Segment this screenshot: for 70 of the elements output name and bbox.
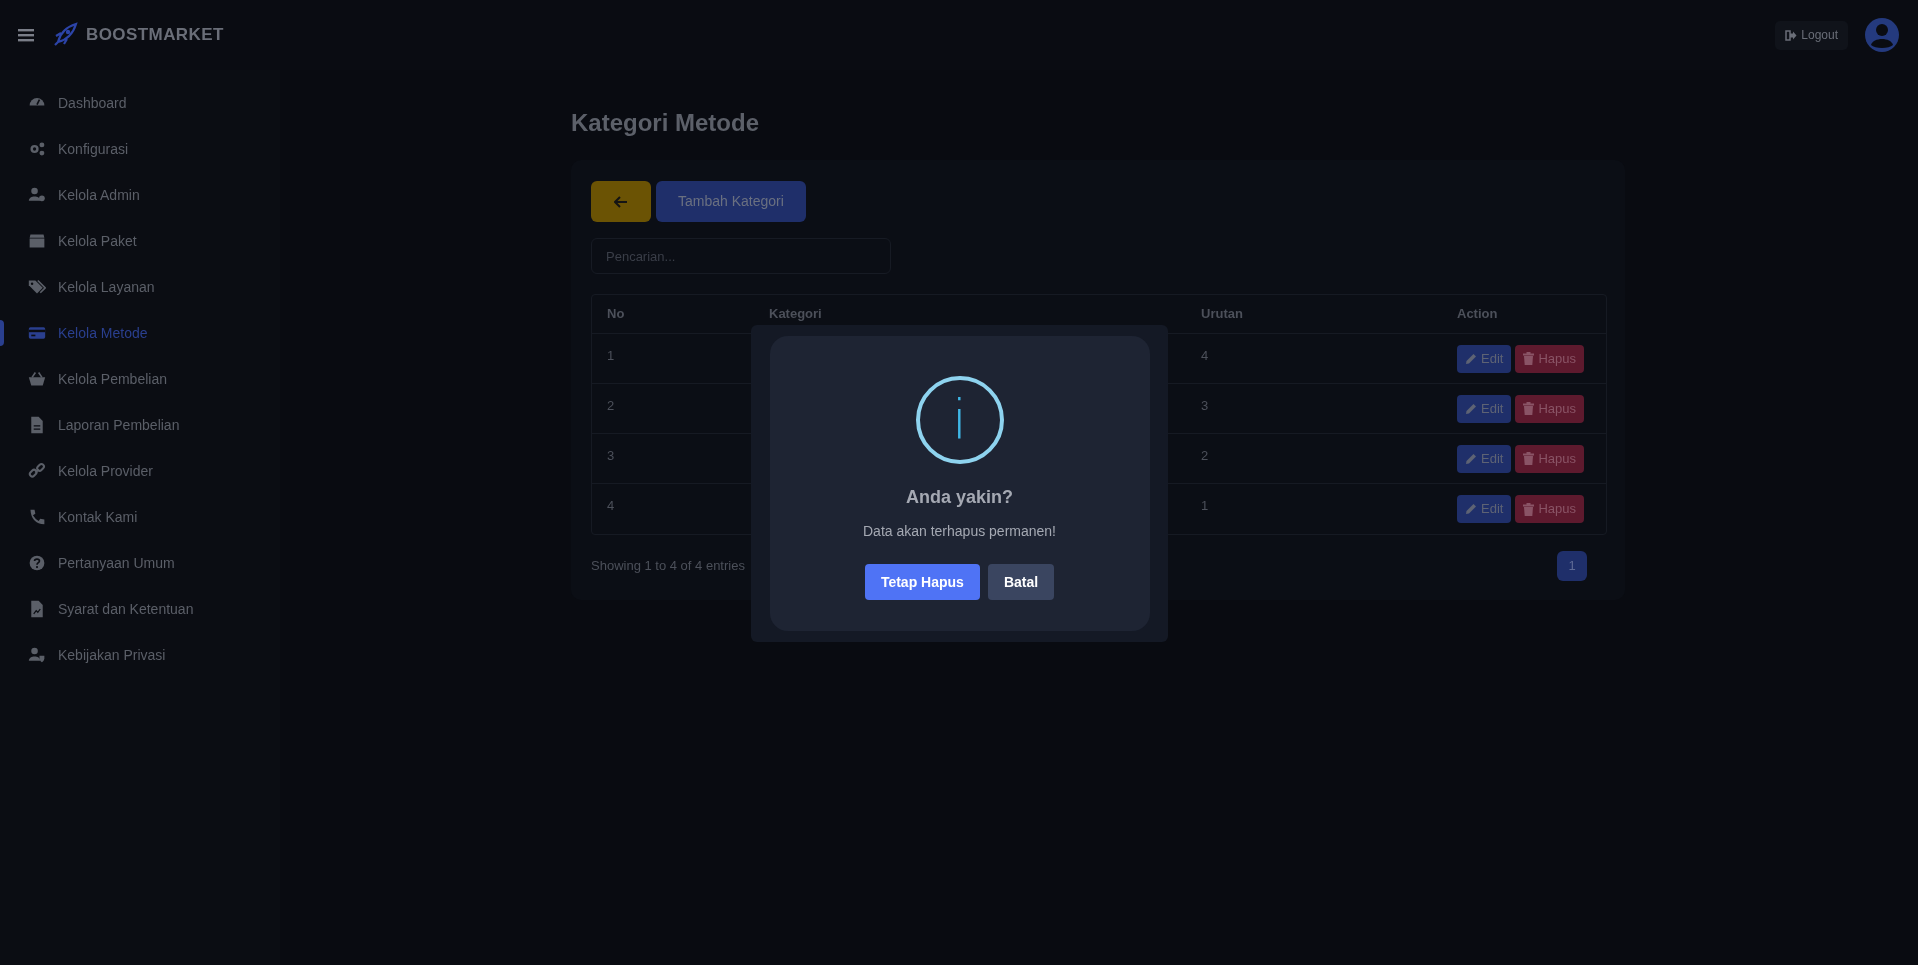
trash-icon — [1523, 452, 1535, 465]
delete-button[interactable]: Hapus — [1515, 394, 1584, 423]
column-header: No — [607, 306, 625, 322]
sidebar-item[interactable]: Kontak Kami — [0, 494, 280, 540]
sidebar-item[interactable]: Laporan Pembelian — [0, 402, 280, 448]
confirm-button[interactable]: Tetap Hapus — [864, 564, 980, 600]
table-cell: 3 — [1201, 398, 1209, 413]
user-shield-icon — [28, 646, 46, 664]
edit-button[interactable]: Edit — [1457, 444, 1512, 473]
pencil-icon — [1465, 503, 1477, 515]
trash-icon — [1523, 502, 1535, 516]
basket-icon — [28, 370, 46, 388]
info-icon: i — [915, 376, 1004, 464]
edit-button[interactable]: Edit — [1457, 495, 1512, 523]
user-gear-icon — [28, 186, 46, 204]
menu-icon[interactable] — [18, 28, 34, 42]
sidebar-item[interactable]: Kelola Pembelian — [0, 356, 280, 402]
gears-icon — [28, 140, 46, 158]
delete-button[interactable]: Hapus — [1515, 444, 1584, 473]
sidebar-item[interactable]: Syarat dan Ketentuan — [0, 586, 280, 632]
document-icon — [28, 416, 46, 434]
sidebar-item[interactable]: Kelola Admin — [0, 172, 280, 218]
sidebar-item[interactable]: Konfigurasi — [0, 126, 280, 172]
dialog-title: Anda yakin? — [906, 486, 1013, 509]
edit-button[interactable]: Edit — [1457, 344, 1512, 373]
box-icon — [28, 232, 46, 250]
document-icon — [28, 600, 46, 618]
table-cell: 1 — [1201, 498, 1209, 513]
page-title: Kategori Metode — [571, 108, 760, 138]
column-header: Urutan — [1201, 306, 1243, 322]
cancel-button[interactable]: Batal — [987, 564, 1055, 600]
credit-card-icon — [28, 324, 46, 342]
trash-icon — [1523, 352, 1535, 365]
table-cell: 3 — [607, 448, 615, 463]
back-button[interactable] — [591, 181, 651, 222]
table-cell: 1 — [607, 348, 615, 363]
delete-button[interactable]: Hapus — [1515, 344, 1584, 373]
logout-button[interactable]: Logout — [1775, 20, 1848, 50]
sidebar-item[interactable]: Kelola Paket — [0, 218, 280, 264]
dialog-message: Data akan terhapus permanen! — [863, 522, 1056, 541]
avatar-icon[interactable] — [1864, 17, 1900, 53]
column-header: Action — [1457, 306, 1498, 322]
entries-info: Showing 1 to 4 of 4 entries — [591, 557, 745, 576]
phone-icon — [28, 508, 46, 526]
table-cell: 4 — [607, 498, 615, 513]
table-cell: 2 — [607, 398, 615, 413]
page-button[interactable]: 1 — [1557, 551, 1587, 581]
arrow-left-icon — [614, 195, 628, 208]
table-cell: 4 — [1201, 348, 1209, 363]
logout-icon — [1785, 29, 1798, 41]
sidebar-item[interactable]: Dashboard — [0, 80, 280, 126]
sidebar-item[interactable]: Kelola Layanan — [0, 264, 280, 310]
pencil-icon — [1465, 402, 1477, 415]
tags-icon — [28, 278, 46, 296]
delete-button[interactable]: Hapus — [1515, 495, 1584, 523]
trash-icon — [1523, 402, 1535, 415]
pencil-icon — [1465, 352, 1477, 365]
sidebar-item[interactable]: Pertanyaan Umum — [0, 540, 280, 586]
question-icon — [28, 554, 46, 572]
rocket-icon — [52, 22, 78, 48]
pencil-icon — [1465, 452, 1477, 465]
sidebar-item[interactable]: Kebijakan Privasi — [0, 632, 280, 678]
sidebar-item[interactable]: Kelola Metode — [0, 310, 280, 356]
table-cell: 2 — [1201, 448, 1209, 463]
edit-button[interactable]: Edit — [1457, 394, 1512, 423]
link-icon — [28, 462, 46, 480]
column-header: Kategori — [769, 306, 822, 322]
brand-name: BOOSTMARKET — [86, 24, 224, 47]
sidebar-item[interactable]: Kelola Provider — [0, 448, 280, 494]
add-category-button[interactable]: Tambah Kategori — [656, 181, 806, 222]
